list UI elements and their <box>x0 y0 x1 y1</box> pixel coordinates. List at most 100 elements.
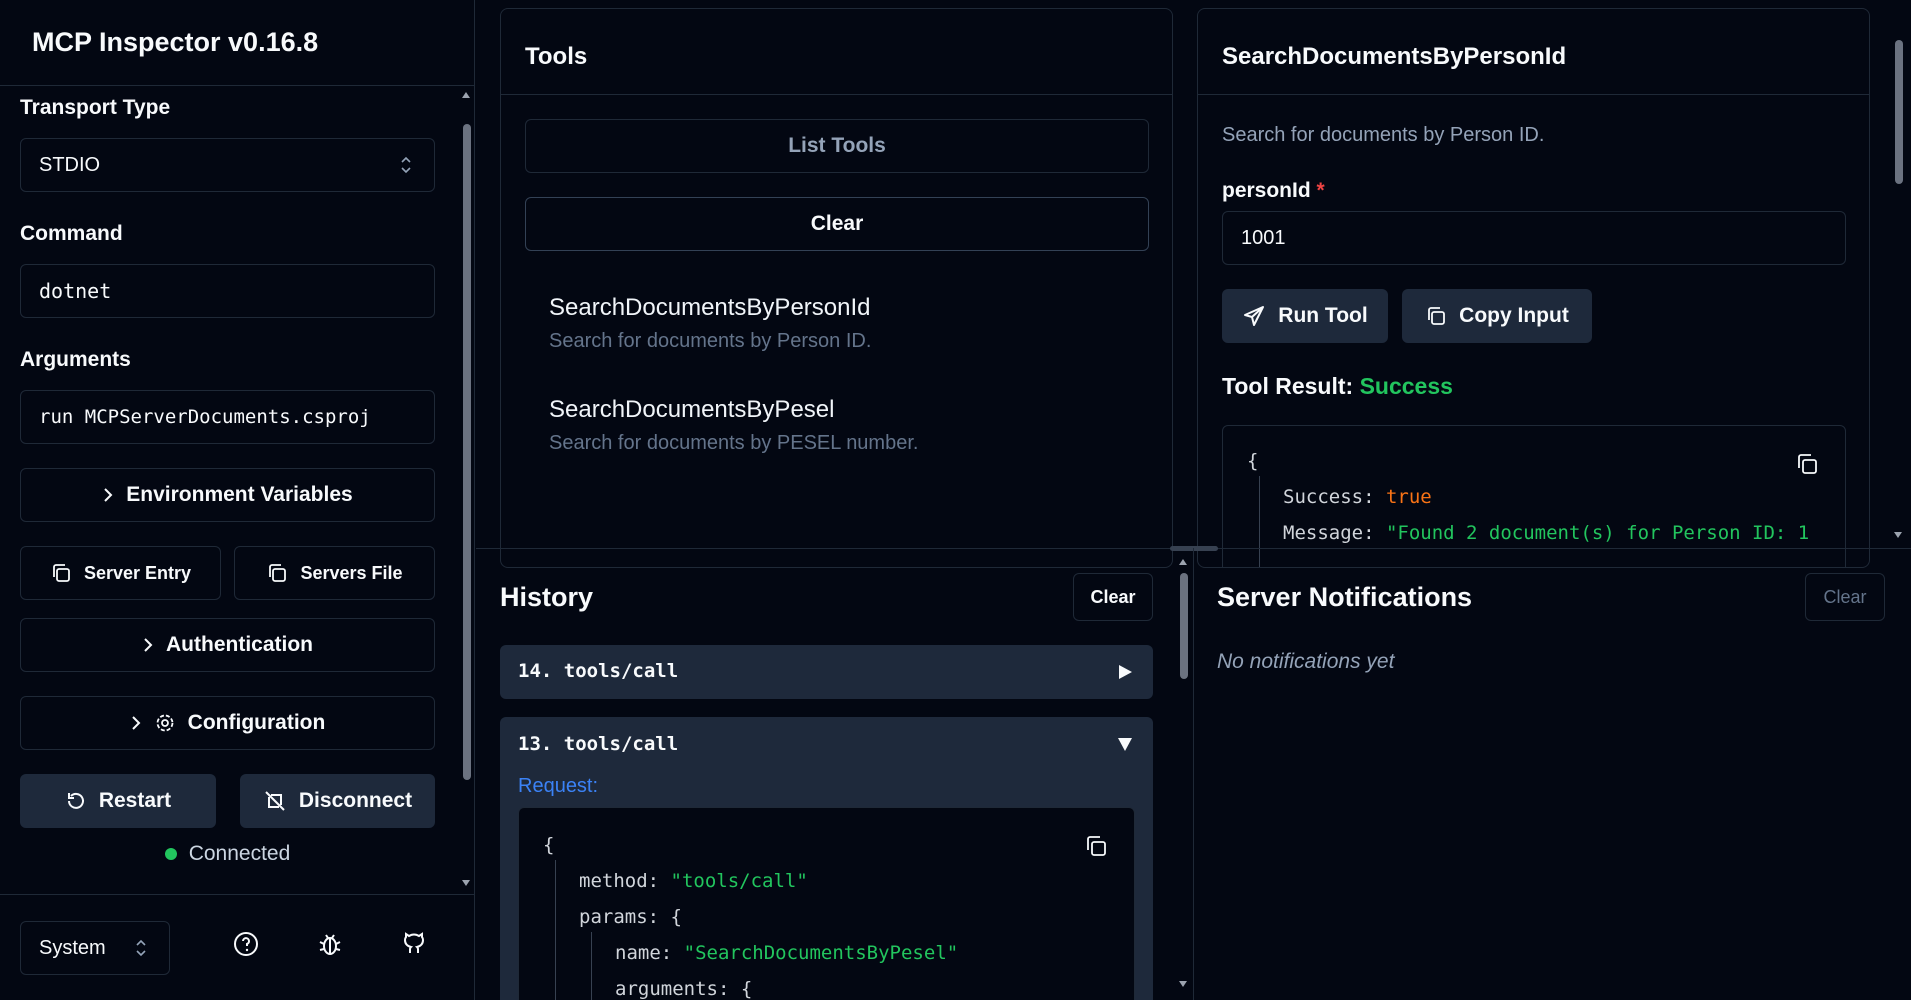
transport-type-select[interactable]: STDIO <box>20 138 435 192</box>
status-text: Connected <box>188 842 291 865</box>
sidebar-scrollbar[interactable] <box>461 86 471 894</box>
scroll-down-arrow-icon <box>1179 981 1187 987</box>
json-line: Success: true <box>1283 486 1432 508</box>
request-label: Request: <box>518 775 599 797</box>
json-brace: { <box>670 906 682 928</box>
history-entry[interactable]: 14. tools/call <box>500 645 1153 699</box>
copy-input-button[interactable]: Copy Input <box>1402 289 1592 343</box>
chevron-up-down-icon <box>401 156 411 174</box>
github-icon[interactable] <box>401 931 427 957</box>
list-tools-button[interactable]: List Tools <box>525 119 1149 173</box>
history-title: History <box>500 582 594 612</box>
tool-name: SearchDocumentsByPersonId <box>549 294 871 321</box>
send-icon <box>1244 306 1265 326</box>
server-entry-button[interactable]: Server Entry <box>20 546 221 600</box>
scroll-up-arrow-icon <box>1179 559 1187 565</box>
request-code-box: { method: "tools/call" params: { name: "… <box>518 807 1135 1000</box>
expand-triangle-icon[interactable] <box>1117 736 1133 752</box>
servers-file-button[interactable]: Servers File <box>234 546 435 600</box>
scroll-down-arrow-icon <box>462 880 470 886</box>
scroll-down-arrow-icon <box>1894 532 1902 538</box>
json-value: "SearchDocumentsByPesel" <box>683 942 959 964</box>
play-triangle-icon <box>1119 665 1132 679</box>
notifications-empty-text: No notifications yet <box>1217 650 1395 673</box>
authentication-label: Authentication <box>166 633 313 656</box>
tool-item[interactable]: SearchDocumentsByPesel Search for docume… <box>549 396 918 455</box>
json-line: name: "SearchDocumentsByPesel" <box>615 942 958 964</box>
sidebar-scroll-thumb[interactable] <box>463 124 471 780</box>
json-line: params: { <box>579 906 682 928</box>
tool-name: SearchDocumentsByPesel <box>549 396 835 423</box>
main-scroll-thumb[interactable] <box>1895 40 1903 184</box>
arguments-input[interactable]: run MCPServerDocuments.csproj <box>20 390 435 444</box>
configuration-button[interactable]: Configuration <box>20 696 435 750</box>
help-circle-icon[interactable] <box>233 931 259 957</box>
transport-type-value: STDIO <box>39 153 101 176</box>
run-tool-button[interactable]: Run Tool <box>1222 289 1388 343</box>
resize-handle[interactable] <box>1170 546 1218 551</box>
json-key: name: <box>615 942 673 964</box>
server-notifications-title: Server Notifications <box>1217 582 1473 612</box>
restart-button[interactable]: Restart <box>20 774 216 828</box>
servers-file-label: Servers File <box>300 562 403 583</box>
vertical-splitter[interactable] <box>1193 548 1194 1000</box>
disconnect-label: Disconnect <box>298 789 413 812</box>
tools-title: Tools <box>525 43 588 70</box>
copy-icon[interactable] <box>1084 834 1108 858</box>
bug-icon[interactable] <box>317 931 343 957</box>
tool-detail-panel: SearchDocumentsByPersonId Search for doc… <box>1197 8 1870 568</box>
clear-notifications-button[interactable]: Clear <box>1805 573 1885 621</box>
history-scroll-thumb[interactable] <box>1180 573 1188 679</box>
clear-history-button[interactable]: Clear <box>1073 573 1153 621</box>
required-marker: * <box>1316 179 1325 202</box>
history-entry-expanded: 13. tools/call Request: { method: "tools… <box>500 717 1153 1000</box>
chevron-right-icon <box>144 638 153 652</box>
person-id-input[interactable]: 1001 <box>1222 211 1846 265</box>
chevron-up-down-icon <box>136 939 146 957</box>
json-brace: { <box>740 978 753 1000</box>
tool-detail-title: SearchDocumentsByPersonId <box>1222 43 1567 70</box>
indent-guide <box>1259 476 1260 567</box>
transport-type-label: Transport Type <box>20 96 171 119</box>
json-key: Success: <box>1283 486 1375 508</box>
theme-select[interactable]: System <box>20 921 170 975</box>
run-tool-label: Run Tool <box>1278 304 1368 327</box>
environment-variables-label: Environment Variables <box>126 483 353 506</box>
tools-panel: Tools List Tools Clear SearchDocumentsBy… <box>500 8 1173 568</box>
rotate-ccw-icon <box>67 792 84 809</box>
tool-description: Search for documents by PESEL number. <box>549 432 919 454</box>
tools-divider <box>501 94 1172 95</box>
json-brace: { <box>543 834 555 856</box>
json-value: true <box>1385 486 1432 508</box>
copy-icon[interactable] <box>1795 452 1819 476</box>
authentication-button[interactable]: Authentication <box>20 618 435 672</box>
json-key: method: <box>579 870 660 892</box>
sidebar-footer: System <box>0 894 474 1000</box>
json-line: Message: "Found 2 document(s) for Person… <box>1283 522 1809 544</box>
disconnect-button[interactable]: Disconnect <box>240 774 435 828</box>
copy-input-label: Copy Input <box>1459 304 1569 327</box>
clear-tools-button[interactable]: Clear <box>525 197 1149 251</box>
copy-icon <box>1428 307 1446 325</box>
command-label: Command <box>20 222 123 245</box>
tool-result-box: { Success: true Message: "Found 2 docume… <box>1222 425 1846 567</box>
environment-variables-button[interactable]: Environment Variables <box>20 468 435 522</box>
json-brace: { <box>1247 450 1259 472</box>
restart-label: Restart <box>98 789 172 812</box>
tool-item[interactable]: SearchDocumentsByPersonId Search for doc… <box>549 294 871 353</box>
command-input[interactable]: dotnet <box>20 264 435 318</box>
theme-value: System <box>39 936 106 959</box>
status-dot-icon <box>164 848 177 860</box>
history-scrollbar[interactable] <box>1178 553 1188 1000</box>
main-scrollbar[interactable] <box>1893 0 1903 548</box>
gear-icon <box>156 714 174 732</box>
scroll-up-arrow-icon <box>462 92 470 98</box>
chevron-right-icon <box>131 716 141 730</box>
sidebar-scroll-area: Transport Type STDIO Command dotnet Argu… <box>0 86 474 894</box>
server-entry-label: Server Entry <box>83 562 192 583</box>
json-value: "Found 2 document(s) for Person ID: 1 <box>1385 522 1810 544</box>
clear-tools-label: Clear <box>810 212 864 235</box>
json-key: Message: <box>1283 522 1375 544</box>
tool-detail-divider <box>1198 94 1869 95</box>
list-tools-label: List Tools <box>788 134 886 157</box>
